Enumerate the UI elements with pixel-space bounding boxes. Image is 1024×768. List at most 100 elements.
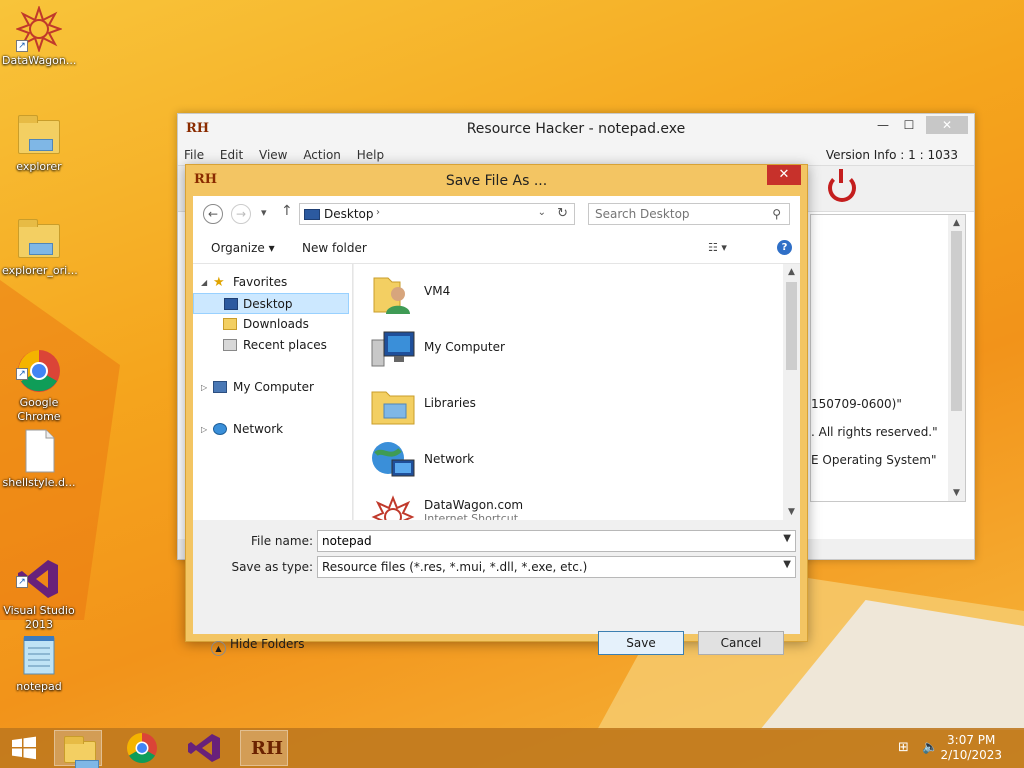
list-item-datawagon[interactable]: DataWagon.com Internet Shortcut [370,490,770,520]
resource-editor[interactable]: 150709-0600)" . All rights reserved." E … [810,214,966,502]
list-item-vm4[interactable]: VM4 [370,266,770,322]
organize-button[interactable]: Organize ▾ [211,241,275,255]
file-name-row: File name: ▼ [193,530,800,552]
folder-icon [16,112,62,158]
file-icon [16,428,62,474]
nav-desktop[interactable]: Desktop [193,293,349,314]
file-name-input[interactable] [322,532,762,550]
clock-date: 2/10/2023 [940,748,1002,762]
desktop-icon-datawagon[interactable]: ↗ DataWagon... [2,4,76,68]
scroll-up-icon[interactable]: ▲ [783,264,800,280]
menu-file[interactable]: File [178,144,210,162]
start-button[interactable] [0,730,48,766]
desktop-icon-explorer-ori[interactable]: explorer_ori... [2,216,78,278]
chevron-right-icon[interactable]: › [376,207,380,218]
search-box[interactable]: ⚲ [588,203,790,225]
menu-view[interactable]: View [253,144,293,162]
taskbar-visual-studio[interactable] [180,730,228,766]
chrome-icon: ↗ [16,334,62,392]
desktop-icon-chrome[interactable]: ↗ Google Chrome [2,320,76,438]
desktop-icon-shellstyle[interactable]: shellstyle.d... [2,428,76,490]
menu-edit[interactable]: Edit [214,144,249,162]
save-type-select[interactable]: Resource files (*.res, *.mui, *.dll, *.e… [317,556,796,578]
scroll-thumb[interactable] [951,231,962,411]
power-icon[interactable] [828,169,856,202]
taskbar-resource-hacker[interactable]: RH [240,730,288,766]
nav-label: Favorites [233,275,288,289]
nav-label: My Computer [233,380,314,394]
search-icon[interactable]: ⚲ [772,207,781,221]
command-bar: Organize ▾ New folder ☷ ▾ ? [193,232,800,264]
list-item-my-computer[interactable]: My Computer [370,322,770,378]
save-type-row: Save as type: Resource files (*.res, *.m… [193,556,800,578]
hide-folders-label: Hide Folders [230,637,305,651]
desktop-icon-label: shellstyle.d... [2,476,76,489]
up-icon[interactable]: ↑ [281,203,293,219]
list-item-libraries[interactable]: Libraries [370,378,770,434]
system-clock[interactable]: 3:07 PM 2/10/2023 [940,733,1002,763]
rh-logo-icon: RH [251,738,283,759]
expand-triangle-icon[interactable]: ▷ [201,419,207,440]
view-options-icon[interactable]: ☷ ▾ [708,241,727,254]
file-name-label: File name: [251,534,313,548]
computer-icon [213,381,227,393]
close-button[interactable]: ✕ [926,116,968,134]
refresh-icon[interactable]: ↻ [557,206,568,221]
taskbar: RH ⊞ 🔈 3:07 PM 2/10/2023 [0,728,1024,768]
address-bar[interactable]: Desktop › ⌄ ↻ [299,203,575,225]
dialog-title-bar: RH Save File As ... ✕ [186,165,807,195]
desktop-icon-label: Google Chrome [17,396,61,423]
dialog-close-button[interactable]: ✕ [767,165,801,185]
item-type: Internet Shortcut [424,512,519,520]
scroll-up-icon[interactable]: ▲ [948,215,965,231]
item-name: DataWagon.com [424,498,524,512]
scroll-down-icon[interactable]: ▼ [948,485,965,501]
save-type-value: Resource files (*.res, *.mui, *.dll, *.e… [322,560,588,574]
chevron-down-icon[interactable]: ▼ [783,559,791,570]
expand-triangle-icon[interactable]: ◢ [201,272,207,293]
nav-my-computer[interactable]: ▷ My Computer [193,377,349,398]
desktop-icon-notepad[interactable]: notepad [2,632,76,694]
volume-icon[interactable]: 🔈 [922,740,938,755]
search-input[interactable] [595,205,765,223]
recent-places-icon [223,339,237,351]
menu-action[interactable]: Action [297,144,347,162]
editor-line: 150709-0600)" [811,397,902,411]
network-tray-icon[interactable]: ⊞ [898,740,909,755]
item-name: VM4 [424,284,451,298]
recent-locations-icon[interactable]: ▾ [261,206,267,219]
expand-triangle-icon[interactable]: ▷ [201,377,207,398]
forward-button[interactable]: → [231,204,251,224]
scroll-down-icon[interactable]: ▼ [783,504,800,520]
new-folder-button[interactable]: New folder [302,241,367,255]
window-title: Resource Hacker - notepad.exe [466,121,686,137]
desktop-icon-explorer[interactable]: explorer [2,112,76,174]
file-name-field[interactable]: ▼ [317,530,796,552]
list-item-network[interactable]: Network [370,434,770,490]
chevron-down-icon[interactable]: ▼ [783,533,791,544]
desktop-icon-visual-studio[interactable]: ↗ Visual Studio 2013 [2,528,76,646]
save-type-label: Save as type: [231,560,313,574]
address-desktop[interactable]: Desktop [324,207,374,221]
editor-scrollbar[interactable]: ▲ ▼ [948,215,965,501]
nav-downloads[interactable]: Downloads [193,314,349,335]
save-button[interactable]: Save [598,631,684,655]
nav-favorites[interactable]: ◢ ★ Favorites [193,272,349,293]
file-list-scrollbar[interactable]: ▲ ▼ [783,264,800,520]
nav-recent-places[interactable]: Recent places [193,335,349,356]
maximize-button[interactable]: ☐ [896,116,922,134]
help-icon[interactable]: ? [777,240,792,255]
cancel-button[interactable]: Cancel [698,631,784,655]
minimize-button[interactable]: — [870,116,896,134]
back-button[interactable]: ← [203,204,223,224]
taskbar-explorer[interactable] [54,730,102,768]
file-list: VM4 My Computer Libraries Network DataWa… [354,264,800,520]
nav-network[interactable]: ▷ Network [193,419,349,440]
desktop-icon [304,209,320,220]
chevron-down-icon[interactable]: ⌄ [538,207,546,218]
scroll-thumb[interactable] [786,282,797,370]
desktop-icon-label: Visual Studio 2013 [3,604,75,631]
taskbar-chrome[interactable] [118,730,166,766]
menu-help[interactable]: Help [351,144,390,162]
hide-folders-button[interactable]: ▲ Hide Folders [211,637,305,656]
